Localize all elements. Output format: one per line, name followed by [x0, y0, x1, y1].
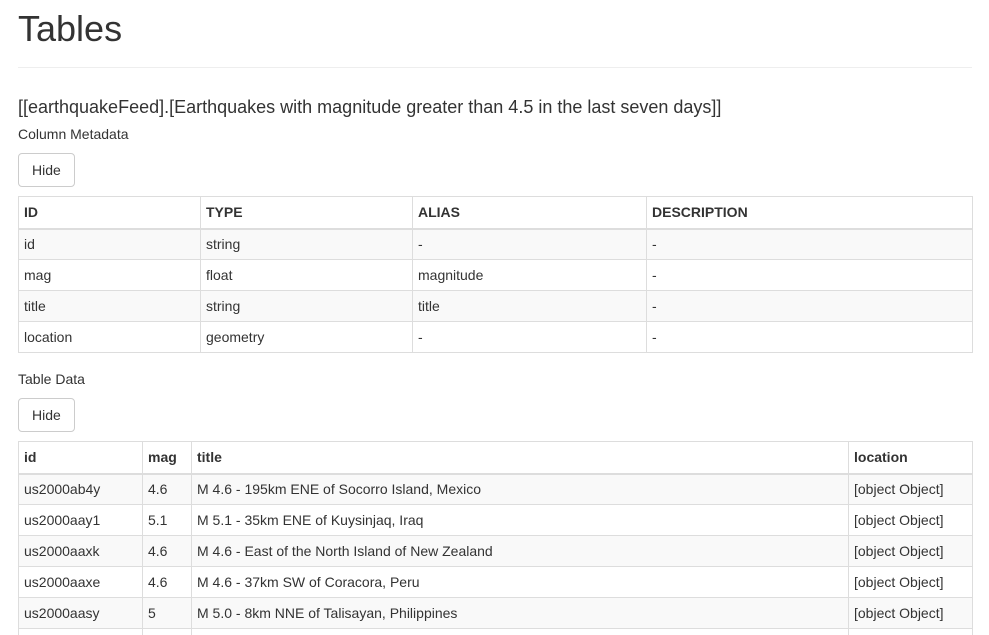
column-header-description: DESCRIPTION [646, 196, 973, 230]
table-cell: us2000aay1 [18, 504, 143, 536]
table-cell: - [646, 228, 973, 260]
table-cell: magnitude [412, 259, 647, 291]
table-cell: 5 [142, 597, 192, 629]
table-cell: M 4.6 - East of the North Island of New … [191, 535, 849, 567]
table-cell: location [18, 321, 201, 353]
table-row: title string title - [18, 290, 973, 322]
table-cell: geometry [200, 321, 413, 353]
table-cell: title [412, 290, 647, 322]
table-cell: [object Object] [848, 473, 973, 505]
table-cell: [object Object] [848, 535, 973, 567]
table-cell: 4.6 [142, 535, 192, 567]
table-row: location geometry - - [18, 321, 973, 353]
column-header-id: id [18, 441, 143, 475]
table-row: mag float magnitude - [18, 259, 973, 291]
table-cell: 4.6 [142, 566, 192, 598]
table-row [18, 628, 973, 635]
table-name-heading: [[earthquakeFeed].[Earthquakes with magn… [18, 97, 722, 117]
table-cell [191, 628, 849, 635]
table-cell: - [412, 321, 647, 353]
table-row: id string - - [18, 228, 973, 260]
column-header-alias: ALIAS [412, 196, 647, 230]
table-cell: M 4.6 - 195km ENE of Socorro Island, Mex… [191, 473, 849, 505]
table-row: us2000aasy 5 M 5.0 - 8km NNE of Talisaya… [18, 597, 973, 629]
table-cell: M 5.1 - 35km ENE of Kuysinjaq, Iraq [191, 504, 849, 536]
column-header-id: ID [18, 196, 201, 230]
table-cell: float [200, 259, 413, 291]
hide-column-metadata-button[interactable]: Hide [18, 153, 75, 187]
column-header-location: location [848, 441, 973, 475]
table-cell: [object Object] [848, 597, 973, 629]
column-header-type: TYPE [200, 196, 413, 230]
table-header-row: ID TYPE ALIAS DESCRIPTION [18, 196, 973, 230]
table-header-row: id mag title location [18, 441, 973, 475]
table-cell: us2000aaxk [18, 535, 143, 567]
table-cell: string [200, 228, 413, 260]
table-row: us2000aaxk 4.6 M 4.6 - East of the North… [18, 535, 973, 567]
table-cell: id [18, 228, 201, 260]
table-cell: - [412, 228, 647, 260]
column-header-mag: mag [142, 441, 192, 475]
table-row: us2000ab4y 4.6 M 4.6 - 195km ENE of Soco… [18, 473, 973, 505]
table-cell: [object Object] [848, 504, 973, 536]
table-row: us2000aaxe 4.6 M 4.6 - 37km SW of Coraco… [18, 566, 973, 598]
table-cell: us2000aasy [18, 597, 143, 629]
table-cell [142, 628, 192, 635]
table-cell [848, 628, 973, 635]
table-data-label: Table Data [18, 371, 85, 387]
table-cell: - [646, 259, 973, 291]
table-cell [18, 628, 143, 635]
table-cell: us2000aaxe [18, 566, 143, 598]
table-cell: us2000ab4y [18, 473, 143, 505]
column-metadata-table: ID TYPE ALIAS DESCRIPTION id string - - … [18, 196, 973, 353]
table-cell: M 4.6 - 37km SW of Coracora, Peru [191, 566, 849, 598]
tables-page: Tables [[earthquakeFeed].[Earthquakes wi… [0, 0, 989, 635]
table-cell: 4.6 [142, 473, 192, 505]
hide-table-data-button[interactable]: Hide [18, 398, 75, 432]
table-cell: string [200, 290, 413, 322]
title-divider [18, 67, 972, 68]
table-data-table: id mag title location us2000ab4y 4.6 M 4… [18, 441, 973, 635]
table-cell: M 5.0 - 8km NNE of Talisayan, Philippine… [191, 597, 849, 629]
page-title: Tables [18, 8, 123, 49]
column-header-title: title [191, 441, 849, 475]
table-row: us2000aay1 5.1 M 5.1 - 35km ENE of Kuysi… [18, 504, 973, 536]
table-cell: title [18, 290, 201, 322]
table-cell: - [646, 321, 973, 353]
table-cell: mag [18, 259, 201, 291]
table-cell: 5.1 [142, 504, 192, 536]
table-cell: - [646, 290, 973, 322]
column-metadata-label: Column Metadata [18, 126, 129, 142]
table-cell: [object Object] [848, 566, 973, 598]
